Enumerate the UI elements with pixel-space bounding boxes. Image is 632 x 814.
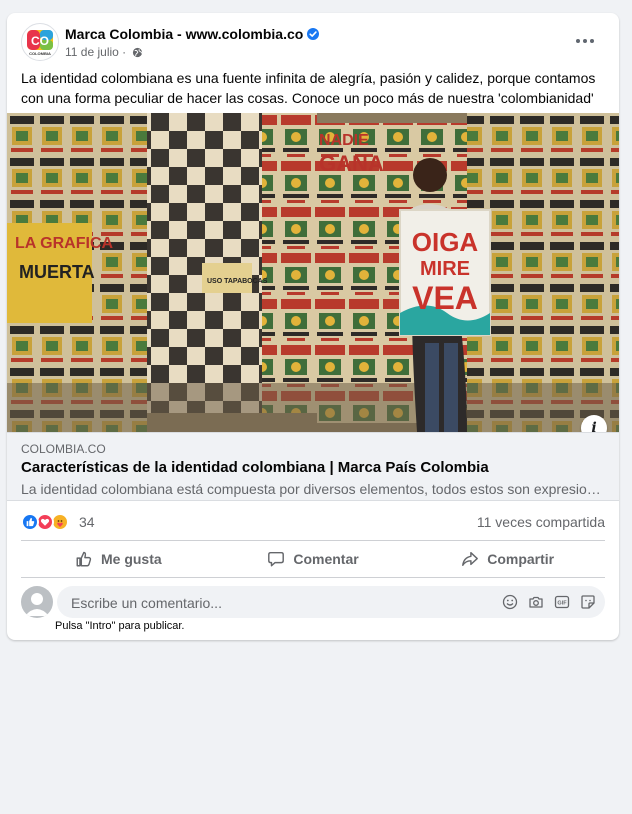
svg-text:OIGA: OIGA [412,227,479,257]
link-title[interactable]: Características de la identidad colombia… [21,459,489,476]
thumbs-up-icon [76,551,92,567]
svg-text:VEA: VEA [412,280,478,316]
svg-text:NADIE: NADIE [319,132,369,149]
svg-text:MUERTA: MUERTA [19,262,95,282]
svg-text:CO: CO [31,34,49,48]
default-user-icon [25,593,49,616]
share-icon [462,551,479,567]
comment-icon [268,551,285,567]
svg-text:LA GRAFICA: LA GRAFICA [15,235,114,252]
comment-composer: GIF [21,586,605,620]
action-bar: Me gusta Comentar Compartir [21,541,605,577]
user-avatar[interactable] [21,586,53,618]
svg-text:GIF: GIF [557,601,567,607]
camera-icon[interactable] [527,593,545,611]
like-label: Me gusta [100,551,162,567]
divider [21,577,605,578]
comment-label: Comentar [293,551,359,567]
comment-field-wrapper: GIF [57,586,605,620]
globe-icon [132,47,143,61]
post-image[interactable]: LA GRAFICA MUERTA USO TAPABOCAS NADIE GA… [7,113,619,432]
svg-text:GANA: GANA [319,151,384,176]
like-button[interactable]: Me gusta [21,541,216,577]
link-description: La identidad colombiana está compuesta p… [21,481,601,497]
like-icon [21,513,39,531]
share-count[interactable]: 11 veces compartida [477,514,605,530]
poster-wall-photo: LA GRAFICA MUERTA USO TAPABOCAS NADIE GA… [7,113,619,432]
share-button[interactable]: Compartir [410,541,605,577]
link-domain: COLOMBIA.CO [21,442,106,456]
link-preview[interactable]: COLOMBIA.CO Características de la identi… [7,432,619,501]
marca-colombia-logo: CO COLOMBIA [27,30,53,56]
verified-badge-icon [307,28,320,40]
emoji-icon[interactable] [501,593,519,611]
more-options-icon[interactable] [569,29,601,53]
svg-text:USO TAPABOCAS: USO TAPABOCAS [207,278,268,285]
comment-hint: Pulsa "Intro" para publicar. [55,620,185,632]
post-header: CO COLOMBIA Marca Colombia - www.colombi… [21,23,605,63]
post-date[interactable]: 11 de julio [65,45,119,59]
gif-icon[interactable]: GIF [553,593,571,611]
post-card: CO COLOMBIA Marca Colombia - www.colombi… [7,13,619,640]
comment-tools: GIF [501,593,597,611]
svg-text:MIRE: MIRE [420,258,470,280]
comment-input[interactable] [69,586,373,620]
page-avatar[interactable]: CO COLOMBIA [21,23,59,61]
svg-text:COLOMBIA: COLOMBIA [29,51,51,56]
reaction-count[interactable]: 34 [79,514,95,530]
meta-separator: · [122,45,127,59]
comment-button[interactable]: Comentar [216,541,411,577]
share-label: Compartir [487,551,555,567]
sticker-icon[interactable] [579,593,597,611]
post-meta: 11 de julio · [65,45,143,61]
page-name[interactable]: Marca Colombia - www.colombia.co [65,26,320,42]
